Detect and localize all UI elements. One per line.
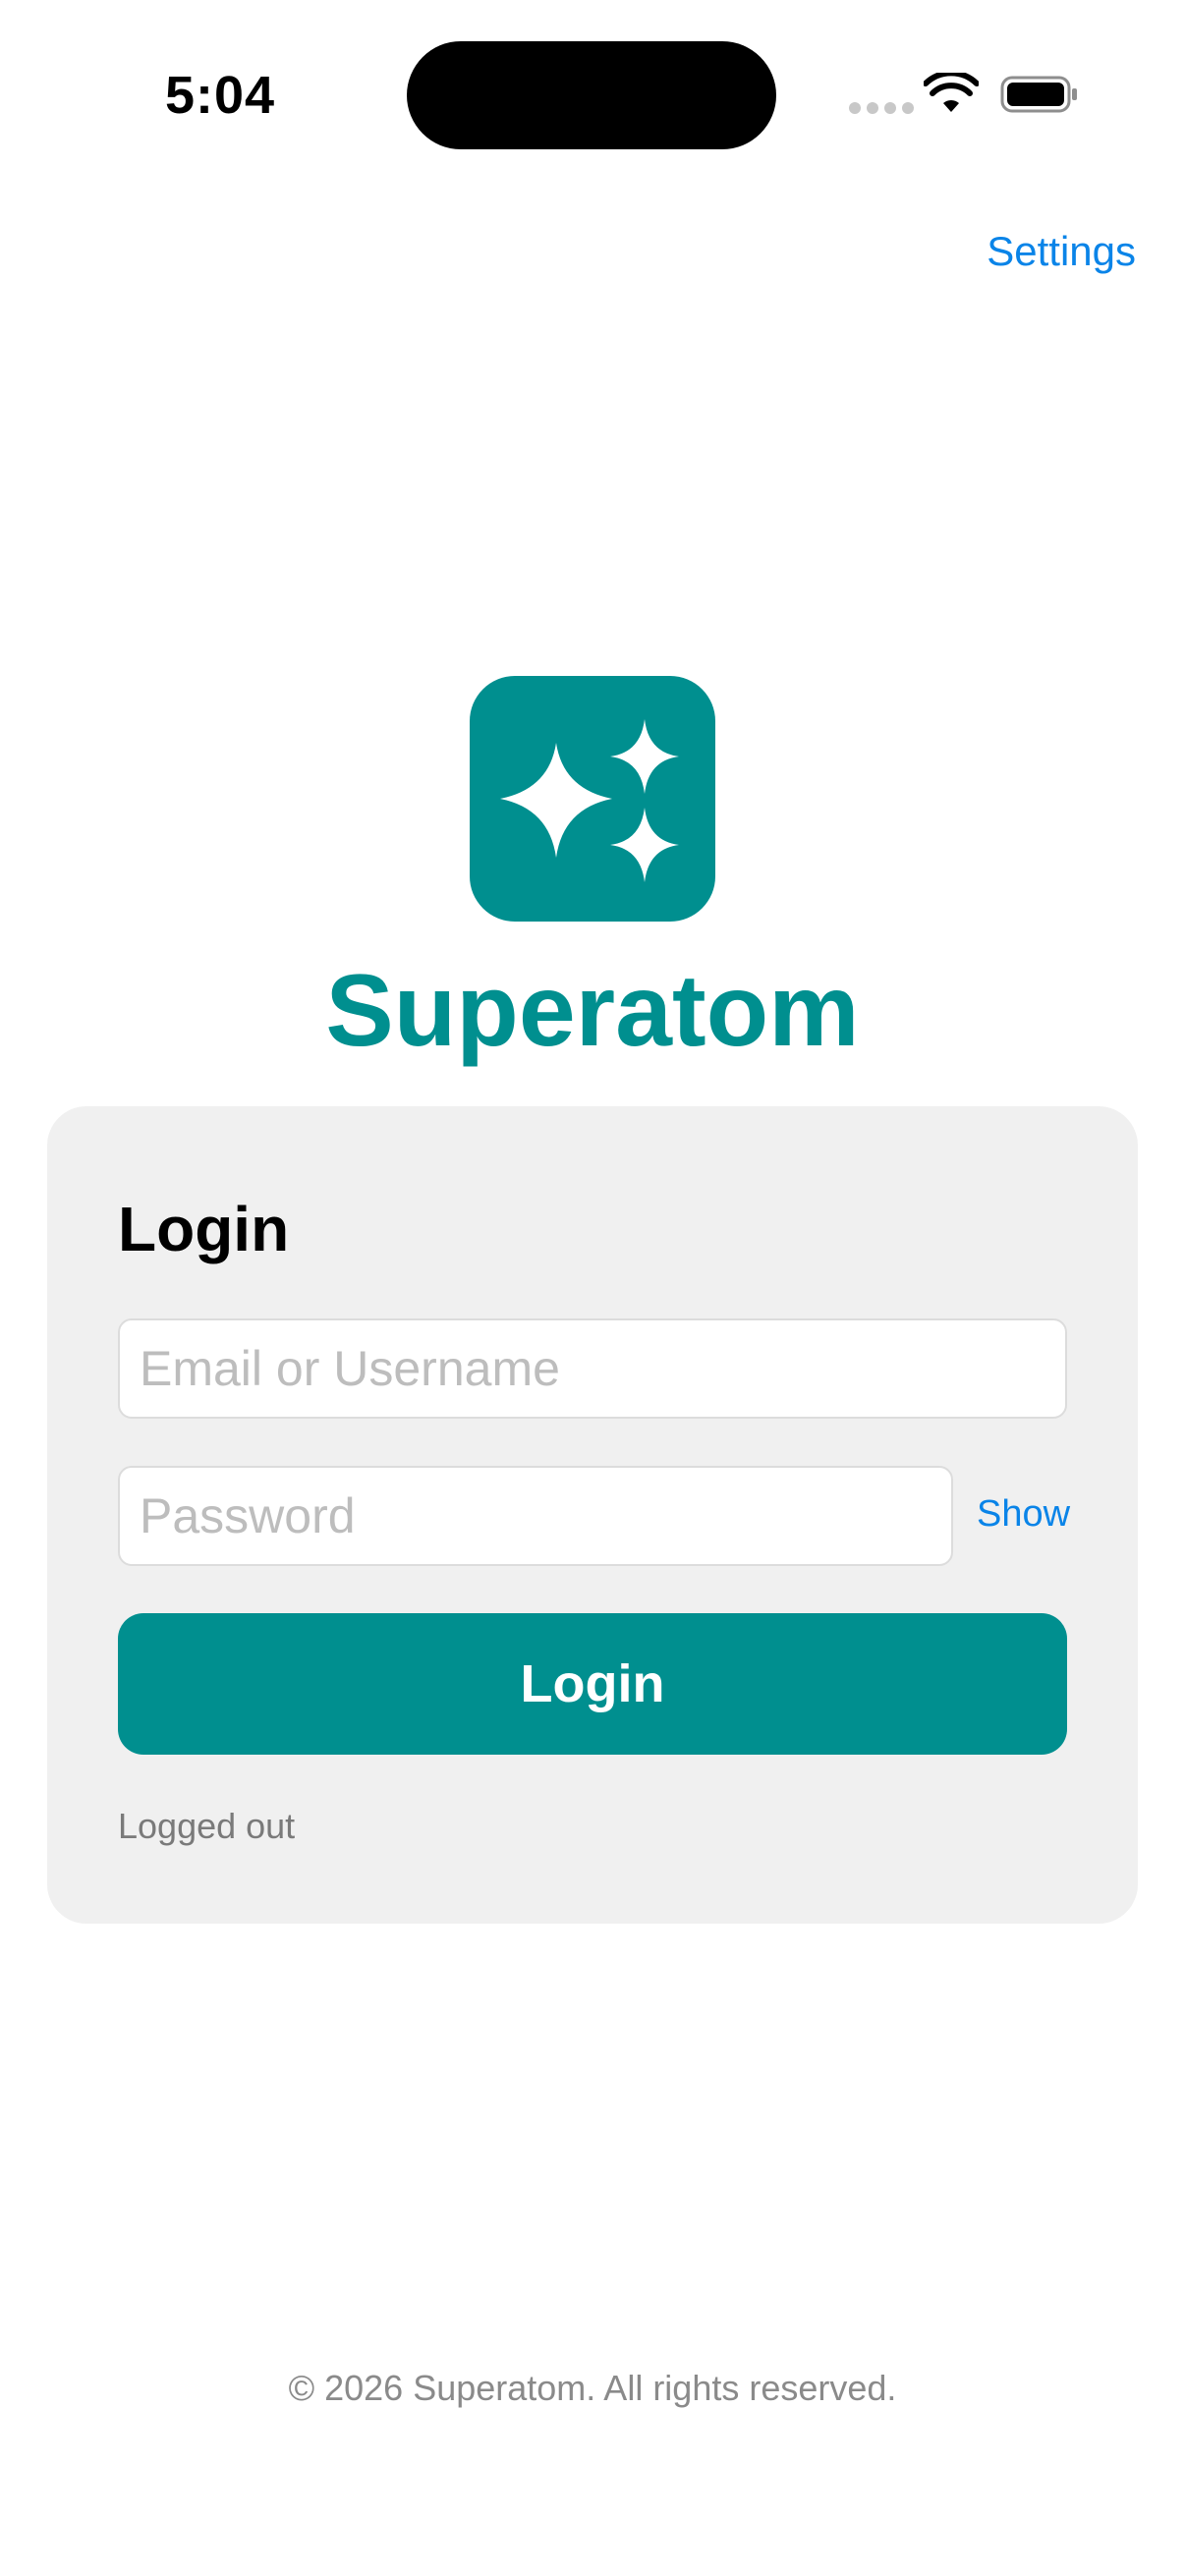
status-bar: 5:04	[0, 0, 1185, 196]
login-button[interactable]: Login	[118, 1613, 1067, 1755]
email-field[interactable]	[118, 1318, 1067, 1419]
login-title: Login	[118, 1194, 290, 1264]
login-status-text: Logged out	[118, 1806, 296, 1846]
brand-name: Superatom	[325, 954, 860, 1068]
cellular-signal-icon	[849, 102, 914, 114]
login-card: Login Show Login Logged out	[47, 1106, 1138, 1924]
show-password-button[interactable]: Show	[977, 1493, 1070, 1536]
dynamic-island	[407, 41, 776, 149]
password-field[interactable]	[118, 1466, 953, 1566]
footer-copyright: © 2026 Superatom. All rights reserved.	[288, 2368, 897, 2408]
wifi-icon	[924, 73, 979, 112]
settings-link[interactable]: Settings	[987, 228, 1136, 275]
battery-icon	[1000, 76, 1077, 113]
sparkles-icon	[500, 719, 679, 882]
app-logo	[470, 676, 715, 922]
status-time: 5:04	[165, 66, 276, 125]
